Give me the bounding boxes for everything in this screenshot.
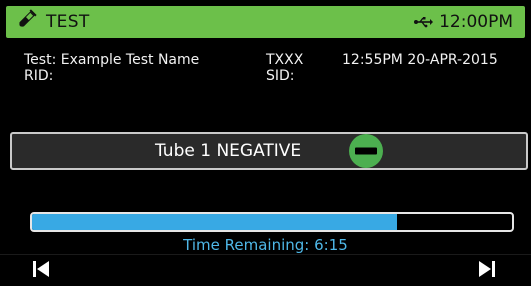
header-left: TEST (14, 9, 90, 35)
result-banner: Tube 1 NEGATIVE (10, 132, 528, 170)
header-bar: TEST 12:00PM (6, 6, 525, 38)
sid-label: SID: (266, 68, 295, 84)
header-right: 12:00PM (413, 12, 513, 32)
skip-next-icon[interactable] (478, 260, 496, 282)
time-remaining: Time Remaining: 6:15 (183, 236, 348, 254)
clock-time: 12:00PM (439, 12, 513, 32)
progress-fill (32, 214, 397, 230)
info-col-code: TXXX SID: (266, 52, 303, 84)
negative-minus-icon (348, 133, 384, 173)
skip-previous-icon[interactable] (32, 260, 50, 282)
progress-bar (30, 212, 514, 232)
rid-label: RID: (24, 68, 54, 84)
test-code: TXXX (266, 52, 304, 68)
result-text: Tube 1 NEGATIVE (155, 141, 302, 161)
usb-icon (413, 15, 434, 29)
info-col-test: Test: Example Test Name RID: (24, 52, 199, 84)
test-tube-icon (14, 9, 38, 35)
test-name-label: Test: Example Test Name (24, 52, 200, 68)
test-datetime: 12:55PM 20-APR-2015 (342, 52, 498, 68)
divider (0, 254, 531, 255)
info-col-datetime: 12:55PM 20-APR-2015 (342, 52, 498, 68)
header-title: TEST (46, 12, 90, 32)
